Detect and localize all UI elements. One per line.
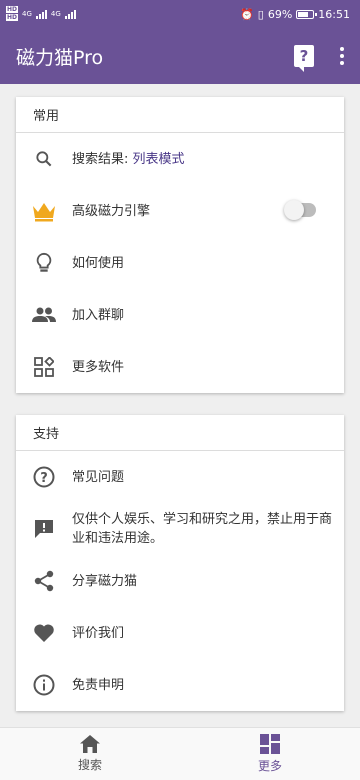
nav-search-tab[interactable]: 搜索 <box>0 728 180 780</box>
sim2-label: HD <box>6 14 19 21</box>
how-to-use-item[interactable]: 如何使用 <box>16 237 344 289</box>
signal-icon <box>35 9 47 19</box>
apps-icon <box>32 355 56 379</box>
advanced-engine-label: 高级磁力引擎 <box>72 203 151 219</box>
battery-percent: 69% <box>267 7 293 21</box>
nav-more-tab[interactable]: 更多 <box>180 728 360 780</box>
sim1-label: HD <box>6 6 19 13</box>
battery-icon <box>296 9 318 19</box>
clock: 16:51 <box>318 7 350 21</box>
more-apps-label: 更多软件 <box>72 359 125 375</box>
status-right: ⏰ ▯ 69% 16:51 <box>240 8 350 21</box>
status-bar: HD HD 4G 4G ⏰ ▯ 69% 16:51 <box>0 0 360 28</box>
sim-indicators: HD HD <box>6 6 19 22</box>
search-result-mode-item[interactable]: 搜索结果: 列表模式 <box>16 133 344 185</box>
support-section-title: 支持 <box>16 415 344 451</box>
advanced-engine-item[interactable]: 高级磁力引擎 <box>16 185 344 237</box>
app-bar: 磁力猫Pro ? <box>0 28 360 84</box>
search-icon <box>32 147 56 171</box>
share-item[interactable]: 分享磁力猫 <box>16 555 344 607</box>
network-type-2: 4G <box>50 10 61 18</box>
vibrate-icon: ▯ <box>257 7 264 21</box>
lightbulb-icon <box>32 251 56 275</box>
search-result-mode-value: 列表模式 <box>132 151 185 167</box>
nav-more-label: 更多 <box>257 759 282 773</box>
svg-text:?: ? <box>40 471 48 486</box>
rate-us-label: 评价我们 <box>72 625 125 641</box>
disclaimer-item[interactable]: 免责申明 <box>16 659 344 711</box>
crown-icon <box>32 199 56 223</box>
how-to-use-label: 如何使用 <box>72 255 125 271</box>
join-group-item[interactable]: 加入群聊 <box>16 289 344 341</box>
bottom-nav: 搜索 更多 <box>0 727 360 780</box>
question-circle-icon: ? <box>32 465 56 489</box>
share-label: 分享磁力猫 <box>72 573 138 589</box>
join-group-label: 加入群聊 <box>72 307 125 323</box>
info-icon <box>32 673 56 697</box>
dashboard-icon <box>260 734 280 754</box>
disclaimer-note-item: 仅供个人娱乐、学习和研究之用，禁止用于商业和违法用途。 <box>16 503 344 555</box>
alarm-icon: ⏰ <box>240 7 254 21</box>
signal-icon-2 <box>64 9 76 19</box>
support-card: 支持 ? 常见问题 仅供个人娱乐、学习和研究之用，禁止用于商业和违法用途。 分享… <box>16 415 344 711</box>
advanced-engine-toggle[interactable] <box>284 200 316 220</box>
network-type-1: 4G <box>22 10 32 18</box>
feedback-icon <box>32 517 56 541</box>
more-vert-icon[interactable] <box>336 43 348 69</box>
home-icon <box>80 735 100 753</box>
faq-item[interactable]: ? 常见问题 <box>16 451 344 503</box>
search-result-label-wrap: 搜索结果: 列表模式 <box>72 150 185 169</box>
toggle-knob <box>284 200 304 220</box>
common-card: 常用 搜索结果: 列表模式 高级磁力引擎 如何使用 加入群聊 更多软件 <box>16 97 344 393</box>
status-left: HD HD 4G 4G <box>6 6 76 22</box>
more-apps-item[interactable]: 更多软件 <box>16 341 344 393</box>
rate-us-item[interactable]: 评价我们 <box>16 607 344 659</box>
faq-label: 常见问题 <box>72 469 125 485</box>
disclaimer-label: 免责申明 <box>72 677 125 693</box>
common-section-title: 常用 <box>16 97 344 133</box>
group-icon <box>32 303 56 327</box>
search-result-label: 搜索结果: <box>72 151 133 167</box>
nav-search-label: 搜索 <box>77 758 102 772</box>
disclaimer-note-label: 仅供个人娱乐、学习和研究之用，禁止用于商业和违法用途。 <box>72 512 333 546</box>
heart-icon <box>32 621 56 645</box>
help-bubble-icon[interactable]: ? <box>294 45 314 72</box>
share-icon <box>32 569 56 593</box>
app-title: 磁力猫Pro <box>16 46 104 69</box>
